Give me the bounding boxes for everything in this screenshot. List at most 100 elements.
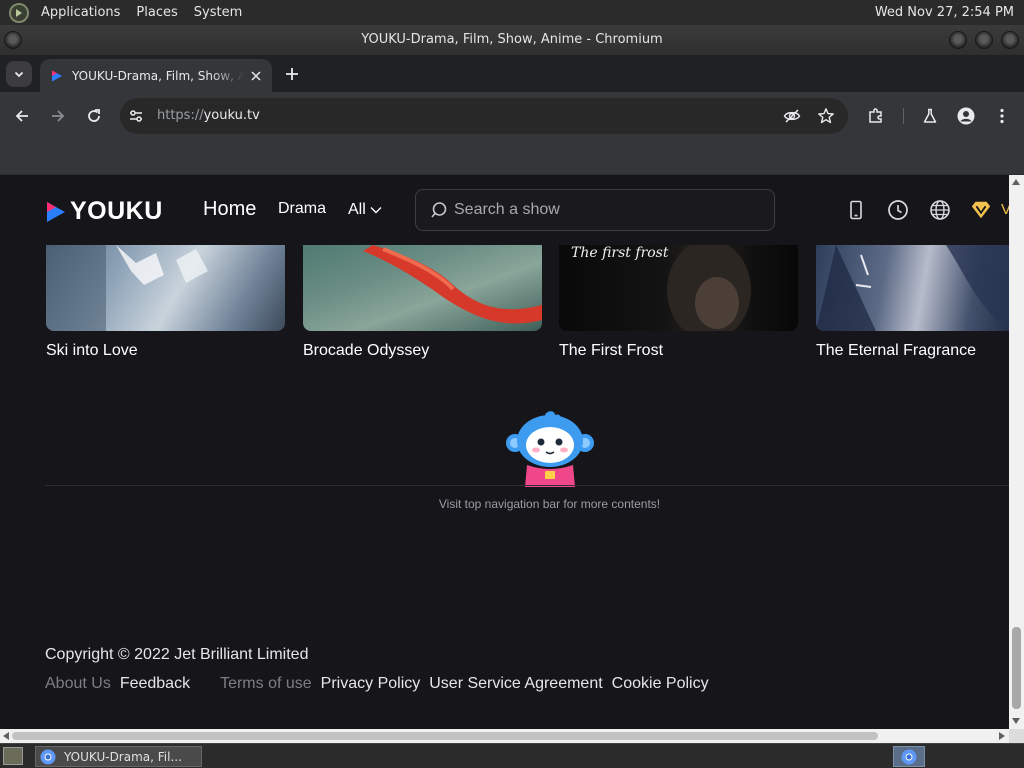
chromium-icon — [901, 749, 917, 764]
poster-brocade-odyssey[interactable] — [303, 245, 542, 331]
nav-all-dropdown[interactable]: All — [348, 201, 382, 219]
window-menu-button[interactable] — [4, 31, 22, 49]
page-viewport: The first frost Ski into Love Brocade Od… — [0, 175, 1009, 729]
youku-play-icon — [52, 70, 62, 81]
close-window-button[interactable] — [1001, 31, 1019, 49]
tab-strip: YOUKU-Drama, Film, Show, Anime - Chromiu… — [0, 55, 1024, 92]
url-text[interactable]: https://youku.tv — [157, 98, 260, 134]
poster-title[interactable]: Ski into Love — [46, 342, 138, 360]
search-icon — [431, 202, 447, 218]
vip-gem-icon[interactable] — [970, 199, 992, 221]
arrow-left-icon — [15, 110, 28, 122]
tab-title: YOUKU-Drama, Film, Show, Anime - Chromiu… — [72, 68, 244, 83]
eye-slash-icon[interactable] — [783, 107, 801, 125]
footer-link-feedback[interactable]: Feedback — [120, 675, 190, 693]
profile-button[interactable] — [954, 104, 978, 128]
history-icon[interactable] — [887, 199, 909, 221]
window-titlebar[interactable]: YOUKU-Drama, Film, Show, Anime - Chromiu… — [0, 25, 1024, 55]
taskbar-window-title: YOUKU-Drama, Fil... — [64, 749, 182, 764]
scrollbar-corner — [1009, 729, 1024, 743]
minimize-button[interactable] — [949, 31, 967, 49]
browser-menu-button[interactable] — [990, 104, 1014, 128]
vip-label[interactable]: V — [1001, 201, 1009, 218]
youku-logo[interactable]: YOUKU — [45, 197, 163, 226]
poster-title[interactable]: Brocade Odyssey — [303, 342, 429, 360]
scroll-down-arrow-icon[interactable] — [1012, 718, 1020, 724]
taskbar-window-button[interactable]: YOUKU-Drama, Fil... — [35, 746, 202, 767]
tab-search-button[interactable] — [6, 61, 32, 87]
system-top-panel: Applications Places System Wed Nov 27, 2… — [0, 0, 1024, 25]
poster-title[interactable]: The First Frost — [559, 342, 663, 360]
active-tab[interactable]: YOUKU-Drama, Film, Show, Anime - Chromiu… — [40, 59, 272, 92]
window-title: YOUKU-Drama, Film, Show, Anime - Chromiu… — [361, 32, 663, 47]
applications-menu[interactable]: Applications — [33, 5, 128, 20]
globe-icon[interactable] — [929, 199, 951, 221]
maximize-button[interactable] — [975, 31, 993, 49]
mobile-icon[interactable] — [845, 199, 867, 221]
tab-close-icon[interactable] — [248, 68, 264, 84]
poster-overlay-text: The first frost — [571, 245, 669, 261]
tray-chromium-button[interactable] — [893, 746, 925, 767]
footer-link-terms-of-use[interactable]: Terms of use — [220, 675, 312, 693]
reload-button[interactable] — [82, 104, 106, 128]
labs-button[interactable] — [918, 104, 942, 128]
footer-link-privacy-policy[interactable]: Privacy Policy — [321, 675, 421, 693]
applications-logo-icon[interactable] — [9, 2, 29, 23]
footer-links: About Us Feedback Terms of use Privacy P… — [45, 675, 718, 693]
places-menu[interactable]: Places — [128, 5, 185, 20]
poster-art — [46, 245, 208, 331]
nav-drama[interactable]: Drama — [278, 200, 326, 218]
end-of-list-message: Visit top navigation bar for more conten… — [438, 497, 661, 511]
footer-copyright: Copyright © 2022 Jet Brilliant Limited — [45, 646, 309, 663]
url-host: youku.tv — [203, 108, 260, 123]
address-bar[interactable]: https://youku.tv — [120, 98, 848, 134]
nav-all-label: All — [348, 201, 366, 218]
plus-icon — [286, 68, 298, 80]
end-of-list-divider — [45, 485, 1009, 486]
poster-art — [363, 245, 542, 324]
back-button[interactable] — [10, 104, 34, 128]
search-box[interactable] — [415, 189, 775, 231]
chevron-down-icon — [370, 207, 382, 214]
kebab-menu-icon — [1000, 108, 1004, 124]
youku-logo-icon — [47, 201, 65, 222]
monkey-mascot-icon — [506, 411, 594, 487]
bookmark-star-icon[interactable] — [817, 107, 835, 125]
toolbar-separator — [903, 108, 904, 124]
site-header: YOUKU Home Drama All V — [0, 175, 1009, 245]
user-avatar-icon — [957, 107, 975, 125]
chevron-down-icon — [14, 71, 24, 78]
browser-toolbar: https://youku.tv — [0, 92, 1024, 140]
show-desktop-button[interactable] — [3, 747, 23, 765]
reload-icon — [88, 109, 100, 122]
flask-icon — [923, 108, 937, 123]
chromium-icon — [40, 749, 56, 764]
forward-button[interactable] — [46, 104, 70, 128]
poster-the-eternal-fragrance[interactable] — [816, 245, 1009, 331]
panel-clock[interactable]: Wed Nov 27, 2:54 PM — [869, 0, 1020, 25]
extensions-button[interactable] — [864, 104, 888, 128]
nav-home[interactable]: Home — [203, 198, 256, 221]
poster-ski-into-love[interactable] — [46, 245, 285, 331]
poster-the-first-frost[interactable]: The first frost — [559, 245, 798, 331]
vertical-scrollbar[interactable] — [1009, 175, 1024, 729]
system-menu[interactable]: System — [186, 5, 250, 20]
scroll-left-arrow-icon[interactable] — [3, 732, 9, 740]
horizontal-scrollbar[interactable] — [0, 729, 1009, 743]
new-tab-button[interactable] — [280, 62, 304, 86]
footer-link-cookie-policy[interactable]: Cookie Policy — [612, 675, 709, 693]
bookmarks-bar — [0, 140, 1024, 175]
vertical-scrollbar-thumb[interactable] — [1012, 627, 1021, 709]
poster-title[interactable]: The Eternal Fragrance — [816, 342, 976, 360]
footer-link-about-us[interactable]: About Us — [45, 675, 111, 693]
scroll-up-arrow-icon[interactable] — [1012, 179, 1020, 185]
site-settings-icon[interactable] — [128, 108, 144, 124]
horizontal-scrollbar-thumb[interactable] — [12, 732, 878, 740]
scroll-right-arrow-icon[interactable] — [999, 732, 1005, 740]
logo-text: YOUKU — [70, 197, 163, 225]
arrow-right-icon — [52, 110, 65, 122]
bottom-taskbar: YOUKU-Drama, Fil... — [0, 743, 1024, 768]
search-input[interactable] — [454, 201, 754, 219]
footer-link-user-service-agreement[interactable]: User Service Agreement — [429, 675, 602, 693]
puzzle-icon — [869, 108, 882, 123]
